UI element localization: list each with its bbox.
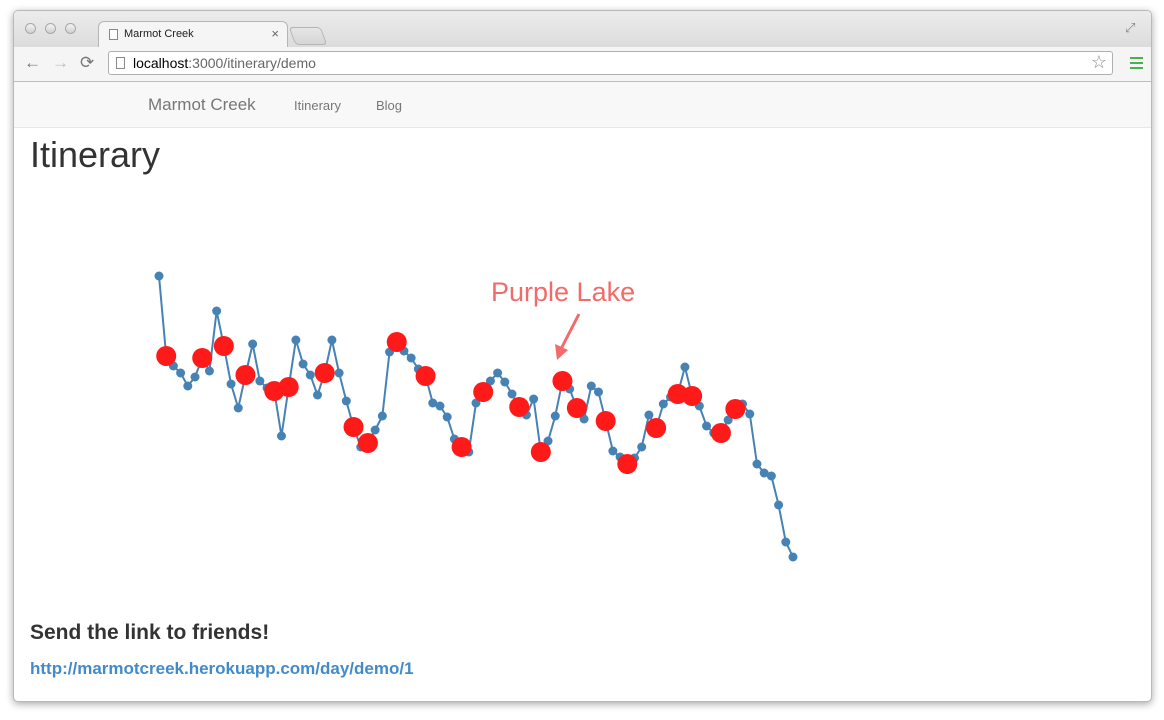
browser-window: Marmot Creek × ⤢ ← → ⟳ localhost:3000/it… xyxy=(13,10,1152,702)
data-point xyxy=(658,399,668,409)
page-icon xyxy=(109,29,118,40)
data-point xyxy=(176,368,186,378)
data-point xyxy=(644,410,654,420)
data-point xyxy=(305,370,315,380)
forward-icon[interactable]: → xyxy=(52,54,69,72)
data-point xyxy=(154,271,164,281)
data-point xyxy=(276,431,286,441)
menu-icon[interactable] xyxy=(1130,57,1143,72)
data-point xyxy=(593,387,603,397)
stop-marker[interactable] xyxy=(357,433,378,453)
page-content: Itinerary Purple Lake Send the link to f… xyxy=(14,128,1151,701)
reload-icon[interactable]: ⟳ xyxy=(80,54,94,72)
title-bar: Marmot Creek × ⤢ xyxy=(14,11,1151,48)
stop-marker[interactable] xyxy=(278,377,299,397)
stop-marker[interactable] xyxy=(646,418,667,438)
stop-marker[interactable] xyxy=(552,371,573,391)
data-point xyxy=(406,353,416,363)
stop-marker[interactable] xyxy=(386,332,407,352)
close-window-button[interactable] xyxy=(25,23,36,34)
stop-marker[interactable] xyxy=(314,363,335,383)
elevation-line xyxy=(158,275,794,558)
data-point xyxy=(529,394,539,404)
stop-marker[interactable] xyxy=(473,382,494,402)
stop-marker[interactable] xyxy=(213,336,234,356)
data-point xyxy=(183,381,193,391)
data-point xyxy=(212,306,222,316)
data-point xyxy=(334,368,344,378)
share-heading: Send the link to friends! xyxy=(30,621,270,644)
browser-toolbar: ← → ⟳ localhost:3000/itinerary/demo ☆ xyxy=(14,47,1151,82)
tab-title: Marmot Creek xyxy=(124,28,194,40)
stop-marker[interactable] xyxy=(595,411,616,431)
stop-marker[interactable] xyxy=(530,442,551,462)
brand-link[interactable]: Marmot Creek xyxy=(148,95,256,115)
address-bar[interactable]: localhost:3000/itinerary/demo ☆ xyxy=(108,51,1113,75)
data-point xyxy=(702,421,712,431)
data-point xyxy=(298,359,308,369)
data-point xyxy=(781,537,791,547)
data-point xyxy=(774,500,784,510)
stop-marker[interactable] xyxy=(710,423,731,443)
share-link[interactable]: http://marmotcreek.herokuapp.com/day/dem… xyxy=(30,659,414,679)
data-point xyxy=(752,459,762,469)
stop-marker[interactable] xyxy=(415,366,436,386)
browser-tab[interactable]: Marmot Creek × xyxy=(98,21,288,48)
fullscreen-icon[interactable]: ⤢ xyxy=(1125,20,1139,35)
data-point xyxy=(190,372,200,382)
nav-link-itinerary[interactable]: Itinerary xyxy=(294,98,341,113)
data-point xyxy=(745,409,755,419)
star-icon[interactable]: ☆ xyxy=(1091,52,1107,73)
data-point xyxy=(500,377,510,387)
data-point xyxy=(637,442,647,452)
url-path: :3000/itinerary/demo xyxy=(188,55,316,71)
data-point xyxy=(233,403,243,413)
nav-link-blog[interactable]: Blog xyxy=(376,98,402,113)
data-point xyxy=(680,362,690,372)
stop-marker[interactable] xyxy=(617,454,638,474)
data-point xyxy=(442,412,452,422)
data-point xyxy=(507,389,517,399)
stop-marker[interactable] xyxy=(192,348,213,368)
back-icon[interactable]: ← xyxy=(24,54,41,72)
data-point xyxy=(248,339,258,349)
annotation-label: Purple Lake xyxy=(491,277,635,307)
data-point xyxy=(327,335,337,345)
stop-marker[interactable] xyxy=(566,398,587,418)
data-point xyxy=(608,446,618,456)
data-point xyxy=(370,425,380,435)
data-point xyxy=(341,396,351,406)
url-text[interactable]: localhost:3000/itinerary/demo xyxy=(133,55,316,71)
data-point xyxy=(493,368,503,378)
stop-marker[interactable] xyxy=(451,437,472,457)
url-host: localhost xyxy=(133,55,189,71)
data-point xyxy=(550,411,560,421)
new-tab-button[interactable] xyxy=(288,27,328,45)
zoom-window-button[interactable] xyxy=(65,23,76,34)
data-point xyxy=(313,390,322,400)
data-point xyxy=(291,335,301,345)
site-navbar: Marmot Creek Itinerary Blog xyxy=(14,82,1151,128)
stop-marker[interactable] xyxy=(235,365,256,385)
stop-marker[interactable] xyxy=(682,386,703,406)
stop-marker[interactable] xyxy=(725,399,746,419)
annotation-arrow xyxy=(559,313,581,350)
close-icon[interactable]: × xyxy=(271,26,279,41)
data-point xyxy=(766,471,776,481)
data-point xyxy=(255,376,265,386)
stop-marker[interactable] xyxy=(509,397,530,417)
page-icon xyxy=(116,57,125,69)
stop-marker[interactable] xyxy=(156,346,177,366)
data-point xyxy=(226,379,236,389)
data-point xyxy=(204,366,214,376)
minimize-window-button[interactable] xyxy=(45,23,56,34)
data-point xyxy=(586,381,596,391)
data-point xyxy=(435,401,445,411)
data-point xyxy=(377,411,387,421)
stop-marker[interactable] xyxy=(343,417,364,437)
data-point xyxy=(788,552,798,562)
elevation-chart: Purple Lake xyxy=(154,271,798,562)
